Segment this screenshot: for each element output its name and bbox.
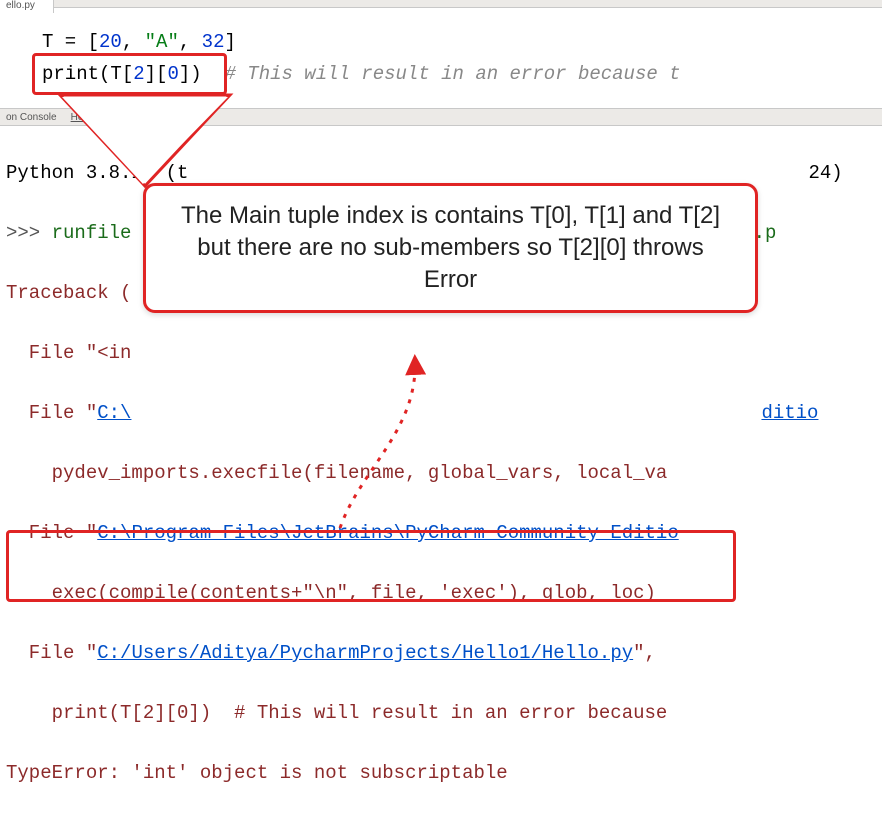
console-line: print(T[2][0]) # This will result in an … — [6, 698, 882, 728]
tok-num: 0 — [167, 63, 178, 85]
tok-fn: print — [42, 63, 99, 85]
callout-text: The Main tuple index is contains T[0], T… — [181, 202, 720, 293]
txt-err: pydev_imports.execfile(filename, global_… — [6, 462, 667, 484]
file-link[interactable]: C:\ — [97, 402, 131, 424]
tok: (T[ — [99, 63, 133, 85]
annotation-callout: The Main tuple index is contains T[0], T… — [143, 183, 758, 313]
file-link[interactable]: C:\Program Files\JetBrains\PyCharm Commu… — [97, 522, 679, 544]
tok: ][ — [145, 63, 168, 85]
txt-err: TypeError: 'int' object is not subscript… — [6, 762, 508, 784]
code-editor[interactable]: T = [20, "A", 32] print(T[2][0]) # This … — [0, 8, 882, 108]
prompt: >>> — [6, 222, 52, 244]
txt-err: File — [6, 642, 86, 664]
txt-err: ", — [633, 642, 667, 664]
console-line: File "<in — [6, 338, 882, 368]
tok: T = [ — [42, 31, 99, 53]
txt: Python 3.8.1 (t — [6, 162, 188, 184]
txt-err: print(T[2][0]) # This will result in an … — [6, 702, 679, 724]
editor-tab-hello[interactable]: ello.py — [0, 0, 54, 13]
panel-tab-console[interactable]: on Console — [2, 112, 61, 123]
txt-err: File — [6, 522, 86, 544]
tok-num: 2 — [133, 63, 144, 85]
txt-err: " — [86, 522, 97, 544]
txt-err: "<in — [86, 342, 132, 364]
tok-comment: # This will result in an error because t — [224, 63, 680, 85]
console-line: TypeError: 'int' object is not subscript… — [6, 758, 882, 788]
editor-tab-bar: ello.py — [0, 0, 882, 8]
console-line: File "C:/Users/Aditya/PycharmProjects/He… — [6, 638, 882, 668]
file-link[interactable]: C:/Users/Aditya/PycharmProjects/Hello1/H… — [97, 642, 633, 664]
code-line-2: print(T[2][0]) # This will result in an … — [42, 58, 882, 90]
tok-num: 20 — [99, 31, 122, 53]
tok: ] — [224, 31, 235, 53]
tok: , — [122, 31, 145, 53]
console-line: pydev_imports.execfile(filename, global_… — [6, 458, 882, 488]
txt: runfile — [52, 222, 132, 244]
code-line-1: T = [20, "A", 32] — [42, 26, 882, 58]
tok: , — [179, 31, 202, 53]
txt-err: Traceback ( — [6, 282, 131, 304]
txt-err: exec(compile(contents+"\n", file, 'exec'… — [6, 582, 656, 604]
tok-num: 32 — [202, 31, 225, 53]
txt-err: " — [86, 402, 97, 424]
txt: 24) — [808, 162, 842, 184]
txt-err: File — [6, 342, 86, 364]
console-line: File "C:\Program Files\JetBrains\PyCharm… — [6, 518, 882, 548]
tok: ]) — [179, 63, 202, 85]
console-line: File "C:\ ditio — [6, 398, 882, 428]
panel-tab-hello[interactable]: Hello — [67, 112, 98, 123]
console-line: exec(compile(contents+"\n", file, 'exec'… — [6, 578, 882, 608]
tok-str: "A" — [145, 31, 179, 53]
file-link[interactable]: ditio — [761, 402, 818, 424]
txt-err: File — [6, 402, 86, 424]
panel-tab-bar: on Console Hello — [0, 108, 882, 126]
txt-err: " — [86, 642, 97, 664]
